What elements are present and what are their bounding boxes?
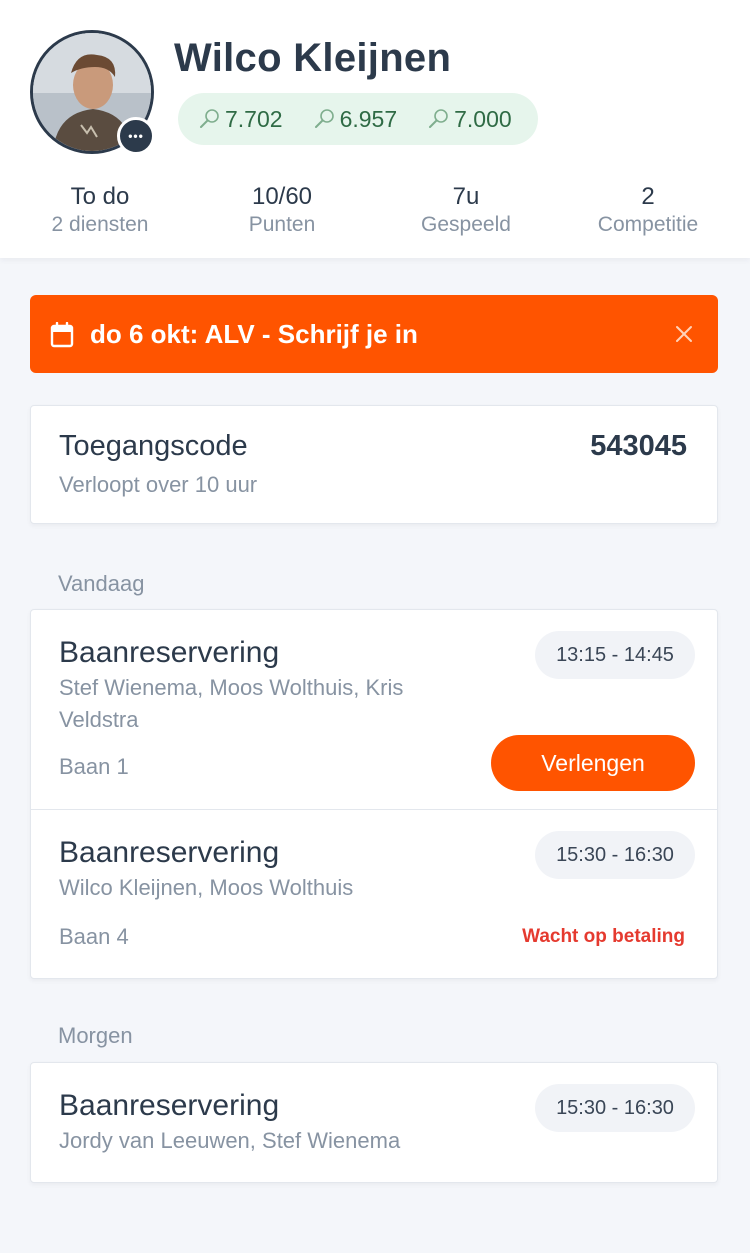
rating-item: 6.957 <box>313 105 398 133</box>
ratings-badge: 7.702 6.957 7.000 <box>178 93 538 145</box>
profile-header: ••• Wilco Kleijnen 7.702 6.957 7.000 To … <box>0 0 750 258</box>
reservation-item[interactable]: Baanreservering Wilco Kleijnen, Moos Wol… <box>31 810 717 978</box>
announcement-banner[interactable]: do 6 okt: ALV - Schrijf je in <box>30 295 718 373</box>
stats-row: To do 2 diensten 10/60 Punten 7u Gespeel… <box>0 182 750 242</box>
access-code-expiry: Verloopt over 10 uur <box>59 472 258 497</box>
reservation-players: Wilco Kleijnen, Moos Wolthuis <box>59 875 354 900</box>
racket-icon <box>314 109 334 128</box>
calendar-icon <box>50 322 74 348</box>
racket-icon <box>429 109 448 128</box>
user-name: Wilco Kleijnen <box>174 36 452 80</box>
reservation-title: Baanreservering <box>59 636 280 669</box>
announcement-text: do 6 okt: ALV - Schrijf je in <box>90 319 418 349</box>
payment-status: Wacht op betaling <box>522 926 685 947</box>
reservation-players: Stef Wienema, Moos Wolthuis, Kris Veldst… <box>59 675 404 732</box>
access-code-card[interactable]: Toegangscode Verloopt over 10 uur 543045 <box>30 405 718 524</box>
section-label-today: Vandaag <box>58 571 145 596</box>
reservation-time: 13:15 - 14:45 <box>535 631 695 679</box>
avatar-container[interactable]: ••• <box>30 30 155 155</box>
rating-item: 7.702 <box>198 106 283 133</box>
close-icon[interactable] <box>674 324 694 344</box>
access-code-value: 543045 <box>590 430 687 462</box>
rating-value: 7.702 <box>225 105 283 132</box>
reservation-item[interactable]: Baanreservering Stef Wienema, Moos Wolth… <box>31 610 717 809</box>
section-label-tomorrow: Morgen <box>58 1023 133 1048</box>
rating-value: 6.957 <box>339 105 398 132</box>
tomorrow-reservations-card: Baanreservering Jordy van Leeuwen, Stef … <box>30 1062 718 1183</box>
reservation-court: Baan 4 <box>59 924 129 949</box>
reservation-item[interactable]: Baanreservering Jordy van Leeuwen, Stef … <box>31 1063 717 1182</box>
reservation-title: Baanreservering <box>59 1089 280 1122</box>
reservation-title: Baanreservering <box>59 836 280 869</box>
more-icon: ••• <box>128 129 144 143</box>
extend-button[interactable]: Verlengen <box>491 735 695 791</box>
rating-value: 7.000 <box>454 105 512 132</box>
stat-label: Gespeeld <box>421 213 511 236</box>
stat-played[interactable]: 7u Gespeeld <box>366 182 566 238</box>
stat-value: 7u <box>452 183 480 210</box>
reservation-court: Baan 1 <box>59 754 129 779</box>
stat-competition[interactable]: 2 Competitie <box>548 182 748 238</box>
stat-label: 2 diensten <box>51 213 149 236</box>
stat-value: 10/60 <box>251 183 313 210</box>
stat-value: 2 <box>641 183 655 210</box>
more-options-button[interactable]: ••• <box>117 117 155 155</box>
racket-icon <box>200 109 219 128</box>
access-code-title: Toegangscode <box>59 430 248 462</box>
rating-item: 7.000 <box>427 106 512 133</box>
stat-value: To do <box>70 183 130 210</box>
stat-label: Punten <box>248 213 316 236</box>
reservation-players: Jordy van Leeuwen, Stef Wienema <box>59 1128 401 1153</box>
stat-todo[interactable]: To do 2 diensten <box>0 182 200 238</box>
today-reservations-card: Baanreservering Stef Wienema, Moos Wolth… <box>30 609 718 979</box>
stat-label: Competitie <box>597 213 699 236</box>
reservation-time: 15:30 - 16:30 <box>535 1084 695 1132</box>
stat-points[interactable]: 10/60 Punten <box>182 182 382 238</box>
reservation-time: 15:30 - 16:30 <box>535 831 695 879</box>
